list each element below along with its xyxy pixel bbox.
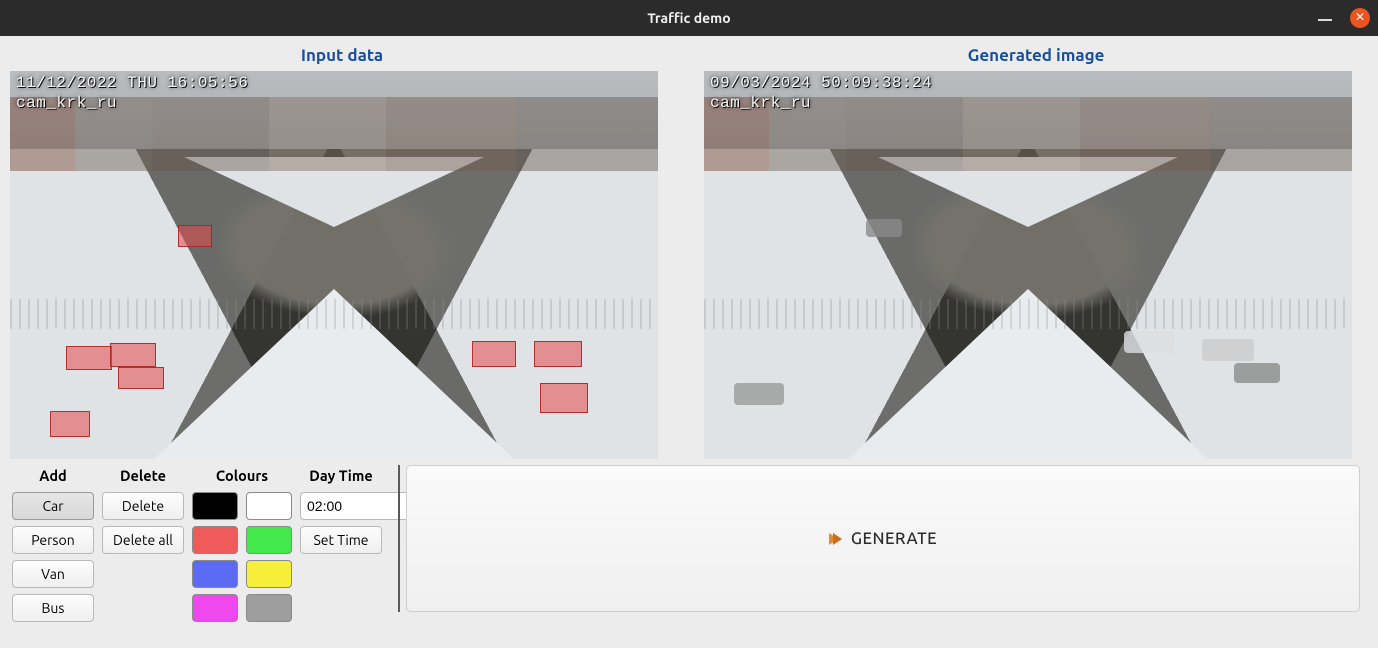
generated-vehicle — [866, 219, 902, 237]
add-bus-button[interactable]: Bus — [12, 594, 94, 622]
colour-swatch-magenta[interactable] — [192, 594, 238, 622]
colour-swatch-green[interactable] — [246, 526, 292, 554]
generated-vehicle — [1234, 363, 1280, 383]
colour-swatch-blue[interactable] — [192, 560, 238, 588]
header-add: Add — [12, 467, 94, 486]
header-colours: Colours — [192, 467, 292, 486]
delete-all-button[interactable]: Delete all — [102, 526, 184, 554]
header-daytime: Day Time — [300, 467, 382, 486]
colour-swatch-white[interactable] — [246, 492, 292, 520]
generate-button[interactable]: GENERATE — [406, 465, 1360, 612]
annotation-bbox[interactable] — [110, 343, 156, 367]
generated-overlay-text: 09/03/2024 50:09:38:24 cam_krk_ru — [710, 73, 932, 113]
colour-swatch-black[interactable] — [192, 492, 238, 520]
colour-swatch-grey[interactable] — [246, 594, 292, 622]
generate-label: GENERATE — [851, 530, 937, 548]
input-overlay-text: 11/12/2022 THU 16:05:56 cam_krk_ru — [16, 73, 248, 113]
colour-swatch-yellow[interactable] — [246, 560, 292, 588]
generated-image-viewport: 09/03/2024 50:09:38:24 cam_krk_ru — [704, 71, 1352, 459]
vertical-separator — [398, 465, 400, 612]
annotation-bbox[interactable] — [534, 341, 582, 367]
generated-panel-title: Generated image — [704, 46, 1368, 65]
set-time-button[interactable]: Set Time — [300, 526, 382, 554]
annotation-bbox[interactable] — [66, 346, 112, 370]
window-minimize-icon[interactable] — [1318, 19, 1332, 21]
add-van-button[interactable]: Van — [12, 560, 94, 588]
add-car-button[interactable]: Car — [12, 492, 94, 520]
generate-icon — [829, 532, 843, 546]
add-person-button[interactable]: Person — [12, 526, 94, 554]
window-title: Traffic demo — [647, 10, 730, 26]
annotation-bbox[interactable] — [178, 225, 212, 247]
generated-scene-render — [704, 71, 1352, 459]
annotation-bbox[interactable] — [472, 341, 516, 367]
generated-vehicle — [1202, 339, 1254, 361]
window-close-icon[interactable]: ✕ — [1350, 8, 1370, 28]
colour-swatch-red[interactable] — [192, 526, 238, 554]
annotation-bbox[interactable] — [50, 411, 90, 437]
input-image-viewport[interactable]: 11/12/2022 THU 16:05:56 cam_krk_ru — [10, 71, 658, 459]
delete-button[interactable]: Delete — [102, 492, 184, 520]
header-delete: Delete — [102, 467, 184, 486]
input-panel-title: Input data — [10, 46, 674, 65]
annotation-bbox[interactable] — [540, 383, 588, 413]
generated-vehicle — [734, 383, 784, 405]
window-titlebar: Traffic demo ✕ — [0, 0, 1378, 36]
generated-vehicle — [1124, 331, 1174, 353]
time-field[interactable]: ▲ ▼ — [300, 492, 382, 520]
annotation-bbox[interactable] — [118, 367, 164, 389]
